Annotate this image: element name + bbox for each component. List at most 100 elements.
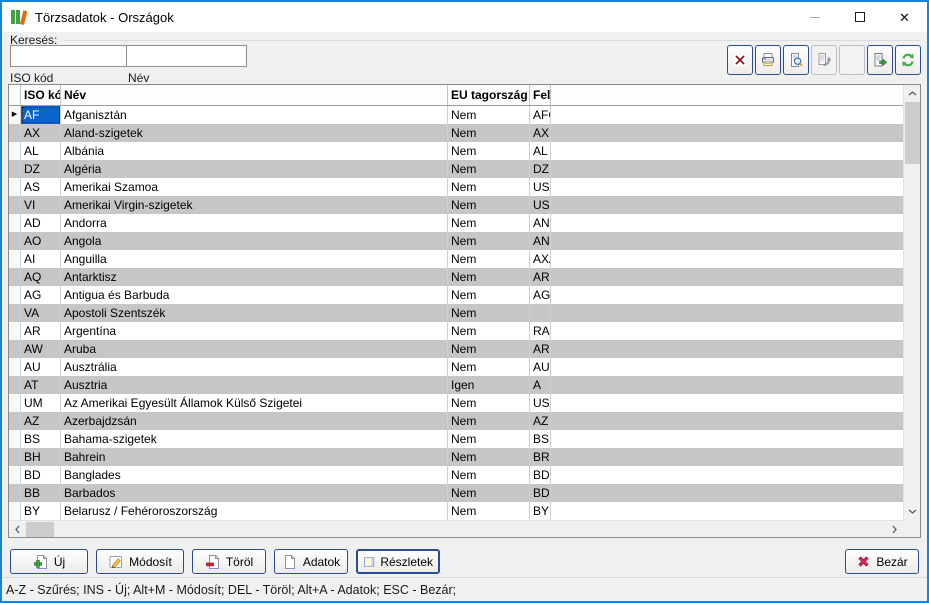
grid-cell-eu[interactable]: Nem bbox=[448, 106, 530, 124]
grid-cell-iso[interactable]: BB bbox=[21, 484, 61, 502]
grid-cell-nev[interactable]: Barbados bbox=[61, 484, 448, 502]
scroll-down-icon[interactable] bbox=[904, 503, 921, 520]
grid-cell-eu[interactable]: Nem bbox=[448, 358, 530, 376]
grid-cell-nev[interactable]: Azerbajdzsán bbox=[61, 412, 448, 430]
table-row[interactable]: ASAmerikai SzamoaNemUSA bbox=[9, 178, 903, 196]
column-header-nev[interactable]: Név bbox=[61, 85, 448, 105]
grid-cell-eu[interactable]: Nem bbox=[448, 412, 530, 430]
grid-cell-iso[interactable]: AL bbox=[21, 142, 61, 160]
grid-cell-eu[interactable]: Nem bbox=[448, 340, 530, 358]
minimize-button[interactable] bbox=[792, 2, 837, 32]
grid-cell-nev[interactable]: Antigua és Barbuda bbox=[61, 286, 448, 304]
grid-cell-nev[interactable]: Amerikai Szamoa bbox=[61, 178, 448, 196]
table-row[interactable]: BDBangladesNemBD bbox=[9, 466, 903, 484]
grid-cell-nev[interactable]: Ausztrália bbox=[61, 358, 448, 376]
column-header-iso[interactable]: ISO kód bbox=[21, 85, 61, 105]
search-iso-input[interactable] bbox=[10, 45, 127, 67]
grid-cell-iso[interactable]: AG bbox=[21, 286, 61, 304]
scroll-left-icon[interactable] bbox=[9, 521, 26, 538]
grid-cell-iso[interactable]: AD bbox=[21, 214, 61, 232]
modify-button[interactable]: Módosít bbox=[96, 549, 184, 574]
horizontal-scrollbar[interactable] bbox=[9, 520, 903, 537]
grid-cell-iso[interactable]: AQ bbox=[21, 268, 61, 286]
table-row[interactable]: AOAngolaNemANG bbox=[9, 232, 903, 250]
grid-cell-fel[interactable]: AX bbox=[530, 124, 551, 142]
horizontal-scrollbar-thumb[interactable] bbox=[26, 522, 54, 537]
grid-cell-iso[interactable]: BD bbox=[21, 466, 61, 484]
maximize-button[interactable] bbox=[837, 2, 882, 32]
data-button[interactable]: Adatok bbox=[274, 549, 348, 574]
grid-cell-eu[interactable]: Nem bbox=[448, 178, 530, 196]
grid-cell-iso[interactable]: BH bbox=[21, 448, 61, 466]
grid-cell-iso[interactable]: AS bbox=[21, 178, 61, 196]
grid-cell-nev[interactable]: Antarktisz bbox=[61, 268, 448, 286]
grid-cell-iso[interactable]: AX bbox=[21, 124, 61, 142]
grid-cell-iso[interactable]: VI bbox=[21, 196, 61, 214]
grid-cell-nev[interactable]: Az Amerikai Egyesült Államok Külső Szige… bbox=[61, 394, 448, 412]
grid-cell-nev[interactable]: Angola bbox=[61, 232, 448, 250]
table-row[interactable]: VAApostoli SzentszékNem bbox=[9, 304, 903, 322]
grid-cell-fel[interactable]: AZ bbox=[530, 412, 551, 430]
grid-cell-eu[interactable]: Nem bbox=[448, 304, 530, 322]
clear-filter-button[interactable] bbox=[727, 45, 753, 75]
table-row[interactable]: ARArgentínaNemRA bbox=[9, 322, 903, 340]
column-header-eu[interactable]: EU tagország bbox=[448, 85, 530, 105]
grid-cell-iso[interactable]: UM bbox=[21, 394, 61, 412]
grid-cell-fel[interactable]: DZ bbox=[530, 160, 551, 178]
table-row[interactable]: BYBelarusz / FehéroroszországNemBY bbox=[9, 502, 903, 520]
grid-cell-nev[interactable]: Andorra bbox=[61, 214, 448, 232]
export-data-button[interactable] bbox=[867, 45, 893, 75]
grid-cell-nev[interactable]: Aruba bbox=[61, 340, 448, 358]
grid-cell-fel[interactable]: BS bbox=[530, 430, 551, 448]
grid-cell-fel[interactable]: BY bbox=[530, 502, 551, 520]
grid-cell-eu[interactable]: Nem bbox=[448, 502, 530, 520]
grid-cell-fel[interactable]: AUS bbox=[530, 358, 551, 376]
details-button[interactable]: Részletek bbox=[356, 549, 440, 574]
grid-cell-fel[interactable]: ANG bbox=[530, 232, 551, 250]
vertical-scrollbar-thumb[interactable] bbox=[905, 102, 920, 164]
delete-button[interactable]: Töröl bbox=[192, 549, 266, 574]
table-row[interactable]: AQAntarktiszNemARK bbox=[9, 268, 903, 286]
grid-cell-fel[interactable]: AXA bbox=[530, 250, 551, 268]
grid-cell-fel[interactable] bbox=[530, 304, 551, 322]
grid-cell-fel[interactable]: AFG bbox=[530, 106, 551, 124]
search-nev-input[interactable] bbox=[126, 45, 247, 67]
grid-cell-fel[interactable]: ARU bbox=[530, 340, 551, 358]
grid-cell-iso[interactable]: AT bbox=[21, 376, 61, 394]
vertical-scrollbar[interactable] bbox=[903, 85, 920, 520]
grid-cell-eu[interactable]: Nem bbox=[448, 430, 530, 448]
grid-cell-eu[interactable]: Nem bbox=[448, 466, 530, 484]
table-row[interactable]: AGAntigua és BarbudaNemAG bbox=[9, 286, 903, 304]
grid-cell-iso[interactable]: AR bbox=[21, 322, 61, 340]
grid-cell-nev[interactable]: Algéria bbox=[61, 160, 448, 178]
grid-cell-iso[interactable]: AI bbox=[21, 250, 61, 268]
grid-cell-eu[interactable]: Nem bbox=[448, 322, 530, 340]
table-row[interactable]: AUAusztráliaNemAUS bbox=[9, 358, 903, 376]
grid-cell-eu[interactable]: Nem bbox=[448, 448, 530, 466]
grid-cell-iso[interactable]: AW bbox=[21, 340, 61, 358]
grid-cell-nev[interactable]: Bahrein bbox=[61, 448, 448, 466]
grid-cell-nev[interactable]: Bahama-szigetek bbox=[61, 430, 448, 448]
grid-cell-iso[interactable]: AO bbox=[21, 232, 61, 250]
grid-cell-fel[interactable]: BDS bbox=[530, 484, 551, 502]
column-header-fel[interactable]: Fel bbox=[530, 85, 551, 105]
grid-cell-eu[interactable]: Nem bbox=[448, 394, 530, 412]
grid-cell-iso[interactable]: AU bbox=[21, 358, 61, 376]
scroll-up-icon[interactable] bbox=[904, 85, 921, 102]
grid-cell-iso[interactable]: AF bbox=[21, 106, 61, 124]
grid-cell-eu[interactable]: Nem bbox=[448, 232, 530, 250]
new-button[interactable]: Új bbox=[10, 549, 88, 574]
grid-cell-nev[interactable]: Aland-szigetek bbox=[61, 124, 448, 142]
grid-cell-iso[interactable]: DZ bbox=[21, 160, 61, 178]
close-button[interactable]: ✕ bbox=[882, 2, 927, 32]
grid-cell-iso[interactable]: VA bbox=[21, 304, 61, 322]
table-row[interactable]: BBBarbadosNemBDS bbox=[9, 484, 903, 502]
grid-cell-fel[interactable]: AL bbox=[530, 142, 551, 160]
scroll-right-icon[interactable] bbox=[886, 521, 903, 538]
grid-cell-eu[interactable]: Nem bbox=[448, 124, 530, 142]
table-row[interactable]: AIAnguillaNemAXA bbox=[9, 250, 903, 268]
grid-cell-eu[interactable]: Nem bbox=[448, 160, 530, 178]
grid-cell-eu[interactable]: Igen bbox=[448, 376, 530, 394]
grid-cell-nev[interactable]: Anguilla bbox=[61, 250, 448, 268]
grid-cell-nev[interactable]: Banglades bbox=[61, 466, 448, 484]
